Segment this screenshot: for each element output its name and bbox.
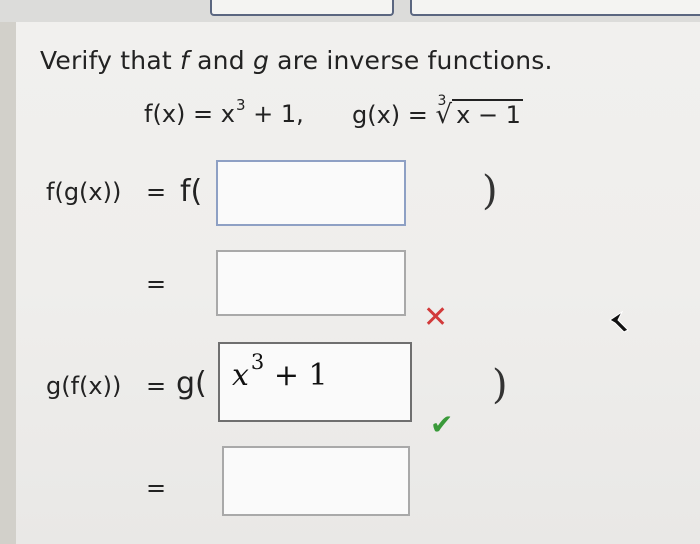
top-strip <box>0 0 700 22</box>
fg-result-input[interactable] <box>216 250 406 316</box>
gf-inner-expression: x3 + 1 <box>232 350 328 393</box>
top-tab-left <box>210 0 394 16</box>
title-and: and <box>189 46 253 75</box>
title-g: g <box>252 46 270 75</box>
gf-result-input[interactable] <box>222 446 410 516</box>
cube-root: 3 √ x − 1 <box>436 93 523 130</box>
incorrect-x-icon: ✕ <box>423 300 449 335</box>
gf-equals: = <box>146 372 167 400</box>
fg-close-paren: ) <box>482 168 498 214</box>
fg-label: f(g(x)) <box>46 178 122 206</box>
f-open-paren: f( <box>180 174 203 209</box>
top-tab-right <box>410 0 700 16</box>
fg-inner-input[interactable] <box>216 160 406 226</box>
gf-inner-input[interactable]: x3 + 1 <box>218 342 412 422</box>
f-def-exponent: 3 <box>235 96 246 114</box>
expr-exponent: 3 <box>250 350 265 374</box>
expr-base: x <box>232 358 249 393</box>
g-open-paren: g( <box>176 366 207 401</box>
f-def-rest: + 1, <box>245 100 304 128</box>
radicand: x − 1 <box>452 99 523 129</box>
gf-close-paren: ) <box>492 362 508 408</box>
f-definition: f(x) = x3 + 1, <box>144 96 304 128</box>
correct-check-icon: ✔ <box>430 408 454 441</box>
fg-result-equals: = <box>146 270 167 298</box>
title-suffix: are inverse functions. <box>269 46 553 75</box>
root-index: 3 <box>437 93 447 109</box>
question-title: Verify that f and g are inverse function… <box>40 46 553 75</box>
gf-result-equals: = <box>146 474 167 502</box>
title-f: f <box>180 46 190 75</box>
g-def-lhs: g(x) = <box>352 101 436 129</box>
mouse-cursor-icon <box>609 310 629 333</box>
left-strip <box>0 22 16 544</box>
title-text: Verify that <box>40 46 180 75</box>
fg-equals: = <box>146 178 167 206</box>
expr-rest: + 1 <box>264 358 328 393</box>
gf-label: g(f(x)) <box>46 372 122 400</box>
f-def-lhs: f(x) = x <box>144 100 235 128</box>
g-definition: g(x) = 3 √ x − 1 <box>352 93 523 130</box>
